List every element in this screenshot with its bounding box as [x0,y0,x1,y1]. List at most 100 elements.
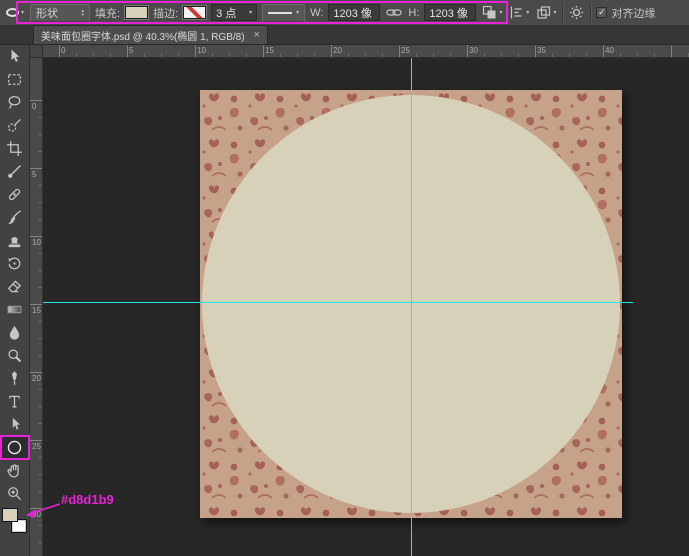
ruler-number: 10 [32,238,41,247]
stroke-type-select[interactable]: ▾ [262,4,305,22]
lasso-icon [6,94,23,111]
ruler-number: 35 [537,46,546,55]
tool-dodge[interactable] [1,344,29,367]
align-edges-label: 对齐边缘 [611,5,655,21]
path-alignment-button[interactable]: ▾ [508,4,530,21]
magnifier-icon [6,485,23,502]
horizontal-ruler[interactable]: 0 5 10 15 20 25 30 35 40 [43,45,689,58]
height-label: H: [408,7,419,19]
checkbox-check-icon: ✓ [596,7,607,18]
shape-width-input[interactable]: 1203 像 [328,4,380,21]
stroke-width-field[interactable]: 3 点 ▾ [211,4,257,21]
path-operations-button[interactable]: ▾ [481,4,503,21]
shape-width-value: 1203 像 [333,5,372,21]
chevron-down-icon: ▾ [296,10,299,16]
path-selection-icon [6,416,23,433]
foreground-color-swatch[interactable] [3,509,17,521]
ruler-number: 15 [265,46,274,55]
ruler-number: 25 [401,46,410,55]
ruler-number: 20 [32,374,41,383]
quick-selection-icon [6,117,23,134]
align-icon [509,5,524,20]
brush-icon [6,209,23,226]
width-label: W: [310,7,323,19]
tool-eyedropper[interactable] [1,160,29,183]
eraser-icon [6,278,23,295]
tool-lasso[interactable] [1,91,29,114]
type-icon [6,393,23,410]
tool-mode-select[interactable]: 形状 ▴▾ [30,4,90,22]
stroke-color-swatch[interactable] [183,6,206,19]
document-tab-bar: 美味面包圈字体.psd @ 40.3%(椭圆 1, RGB/8) × [0,26,689,45]
marquee-icon [6,71,23,88]
ruler-number: 0 [32,102,36,111]
separator [590,3,591,23]
updown-caret-icon: ▴▾ [82,9,85,17]
tool-blur[interactable] [1,321,29,344]
tool-hand[interactable] [1,459,29,482]
tool-preset-picker[interactable]: ▾ [5,7,25,18]
water-drop-icon [6,324,23,341]
color-swatches [2,508,28,536]
geometry-options-button[interactable] [568,4,585,21]
tool-pen[interactable] [1,367,29,390]
background-color-swatch[interactable] [12,520,26,532]
stroke-width-value: 3 点 [216,5,236,21]
link-dimensions-button[interactable] [385,6,403,19]
shape-height-input[interactable]: 1203 像 [424,4,476,21]
tool-gradient[interactable] [1,298,29,321]
tool-history-brush[interactable] [1,252,29,275]
ruler-corner [30,45,43,58]
fill-label: 填充: [95,5,120,21]
move-icon [6,48,23,65]
vertical-ruler[interactable]: 0 5 10 15 20 25 30 [30,58,43,556]
ruler-number: 10 [197,46,206,55]
history-brush-icon [6,255,23,272]
horizontal-guide[interactable] [43,302,633,303]
tool-zoom[interactable] [1,482,29,505]
ruler-number: 5 [32,170,36,179]
options-bar: ▾ 形状 ▴▾ 填充: 描边: 3 点 ▾ ▾ W: 1203 像 H: 120… [0,0,689,26]
crop-icon [6,140,23,157]
chevron-down-icon: ▾ [499,10,502,16]
shape-height-value: 1203 像 [429,5,468,21]
tool-move[interactable] [1,45,29,68]
ruler-number: 25 [32,442,41,451]
ruler-number: 15 [32,306,41,315]
ruler-number: 30 [32,510,41,519]
tool-brush[interactable] [1,206,29,229]
chevron-down-icon: ▾ [526,10,529,16]
tool-crop[interactable] [1,137,29,160]
document-tab[interactable]: 美味面包圈字体.psd @ 40.3%(椭圆 1, RGB/8) × [33,25,268,44]
stamp-icon [6,232,23,249]
tool-quick-selection[interactable] [1,114,29,137]
ruler-number: 20 [333,46,342,55]
ruler-number: 40 [605,46,614,55]
ruler-number: 30 [469,46,478,55]
chevron-down-icon: ▾ [553,10,556,16]
tool-ellipse[interactable] [1,436,29,459]
canvas-area[interactable] [43,58,689,556]
path-arrangement-button[interactable]: ▾ [535,4,557,21]
eyedropper-icon [6,163,23,180]
ruler-number: 0 [61,46,65,55]
dodge-icon [6,347,23,364]
photoshop-window: ▾ 形状 ▴▾ 填充: 描边: 3 点 ▾ ▾ W: 1203 像 H: 120… [0,0,689,556]
chevron-down-icon: ▾ [21,10,24,16]
tool-type[interactable] [1,390,29,413]
tool-eraser[interactable] [1,275,29,298]
tool-path-selection[interactable] [1,413,29,436]
gradient-icon [6,301,23,318]
gear-icon [569,5,584,20]
align-edges-checkbox[interactable]: ✓ 对齐边缘 [596,5,655,21]
chevron-down-icon: ▾ [249,10,252,16]
document-tab-title: 美味面包圈字体.psd @ 40.3%(椭圆 1, RGB/8) [41,28,245,43]
fill-color-swatch[interactable] [125,6,148,19]
tool-clone-stamp[interactable] [1,229,29,252]
ellipse-icon [6,439,23,456]
stroke-label: 描边: [153,5,178,21]
close-icon[interactable]: × [254,29,260,41]
tool-rectangular-marquee[interactable] [1,68,29,91]
vertical-guide[interactable] [411,58,412,556]
tool-healing-brush[interactable] [1,183,29,206]
